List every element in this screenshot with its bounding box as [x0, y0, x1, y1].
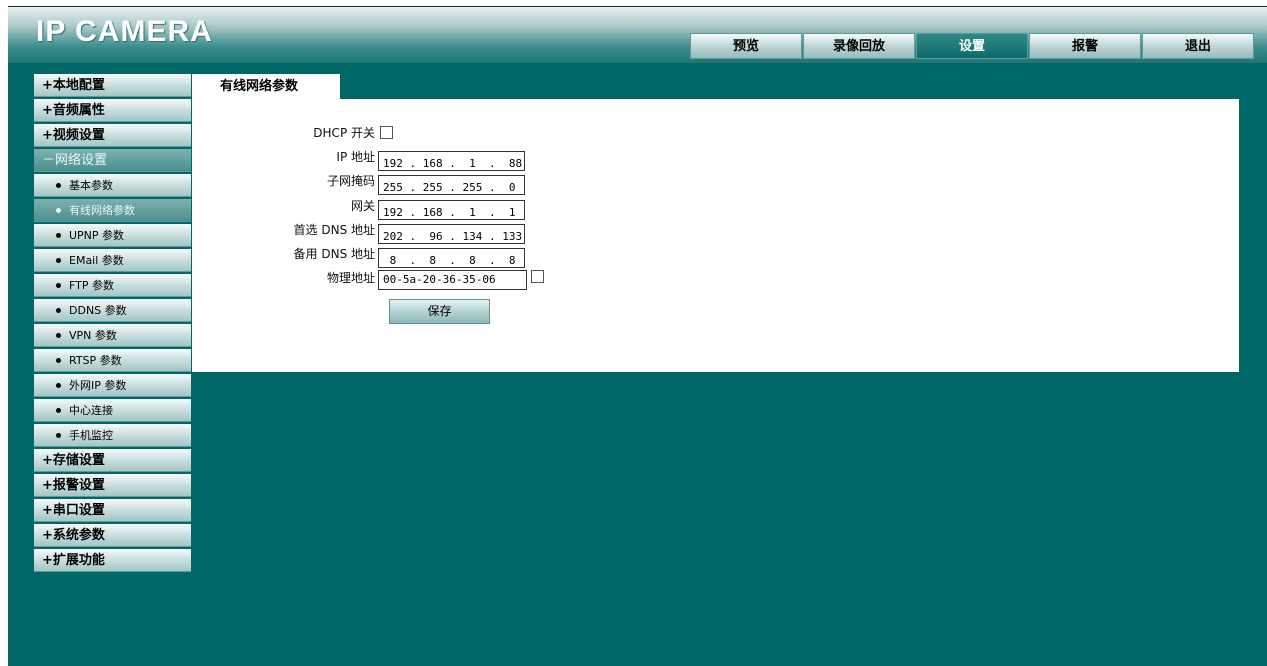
sidebar-item-ddns[interactable]: DDNS 参数	[34, 299, 191, 322]
sidebar-item-label: FTP 参数	[69, 279, 114, 292]
app-frame: IP CAMERA 预览 录像回放 设置 报警 退出 +本地配置 +音频属性 +…	[8, 6, 1267, 666]
mac-address-label: 物理地址	[326, 271, 375, 285]
sidebar-item-label: VPN 参数	[69, 329, 117, 342]
top-navigation: 预览 录像回放 设置 报警 退出	[690, 33, 1255, 59]
sidebar-item-label: 外网IP 参数	[69, 379, 127, 392]
save-button[interactable]: 保存	[389, 299, 490, 324]
mac-edit-checkbox[interactable]	[531, 270, 544, 283]
bullet-icon	[56, 282, 61, 288]
gateway-label: 网关	[350, 199, 375, 213]
ip-address-field[interactable]: 192 . 168 . 1 . 88	[378, 151, 525, 171]
bullet-icon	[56, 382, 61, 388]
sidebar-item-extensions[interactable]: +扩展功能	[34, 549, 191, 572]
bullet-icon	[56, 307, 61, 313]
tab-preview[interactable]: 预览	[690, 33, 802, 59]
app-logo-title: IP CAMERA	[36, 15, 213, 48]
sidebar-item-audio[interactable]: +音频属性	[34, 99, 191, 122]
sidebar-item-ftp[interactable]: FTP 参数	[34, 274, 191, 297]
bullet-icon	[56, 357, 61, 363]
content-tab-wired-network: 有线网络参数	[192, 74, 340, 99]
ip-label: IP 地址	[336, 150, 375, 164]
sidebar-item-serial[interactable]: +串口设置	[34, 499, 191, 522]
sidebar-item-label: DDNS 参数	[69, 304, 127, 317]
sidebar-item-vpn[interactable]: VPN 参数	[34, 324, 191, 347]
sidebar-item-center-connect[interactable]: 中心连接	[34, 399, 191, 422]
wired-network-form: DHCP 开关 IP 地址 192 . 168 . 1 . 88 子网掩码 25…	[192, 99, 1239, 372]
header-bar: IP CAMERA 预览 录像回放 设置 报警 退出	[8, 7, 1267, 63]
secondary-dns-field[interactable]: 8 . 8 . 8 . 8	[378, 248, 525, 268]
primary-dns-label: 首选 DNS 地址	[293, 223, 375, 237]
tab-playback[interactable]: 录像回放	[803, 33, 915, 59]
sidebar-item-mobile-monitor[interactable]: 手机监控	[34, 424, 191, 447]
sidebar-item-external-ip[interactable]: 外网IP 参数	[34, 374, 191, 397]
bullet-icon	[56, 207, 61, 213]
secondary-dns-label: 备用 DNS 地址	[293, 247, 375, 261]
settings-sidebar: +本地配置 +音频属性 +视频设置 －网络设置 基本参数 有线网络参数 UPNP…	[34, 74, 191, 574]
sidebar-item-label: EMail 参数	[69, 254, 124, 267]
bullet-icon	[56, 257, 61, 263]
sidebar-item-rtsp[interactable]: RTSP 参数	[34, 349, 191, 372]
subnet-mask-label: 子网掩码	[326, 174, 375, 188]
mac-address-field[interactable]: 00-5a-20-36-35-06	[378, 270, 527, 290]
bullet-icon	[56, 432, 61, 438]
tab-settings[interactable]: 设置	[916, 33, 1028, 59]
sidebar-item-email[interactable]: EMail 参数	[34, 249, 191, 272]
sidebar-item-storage[interactable]: +存储设置	[34, 449, 191, 472]
sidebar-item-upnp[interactable]: UPNP 参数	[34, 224, 191, 247]
sidebar-item-label: 基本参数	[69, 179, 113, 192]
tab-alarm[interactable]: 报警	[1029, 33, 1141, 59]
sidebar-item-network[interactable]: －网络设置	[34, 149, 191, 172]
sidebar-item-label: RTSP 参数	[69, 354, 122, 367]
sidebar-item-label: 手机监控	[69, 429, 113, 442]
sidebar-item-label: UPNP 参数	[69, 229, 125, 242]
sidebar-item-local-config[interactable]: +本地配置	[34, 74, 191, 97]
sidebar-item-wired-network[interactable]: 有线网络参数	[34, 199, 191, 222]
sidebar-item-label: 中心连接	[69, 404, 113, 417]
dhcp-label: DHCP 开关	[313, 126, 375, 140]
primary-dns-field[interactable]: 202 . 96 . 134 . 133	[378, 224, 525, 244]
bullet-icon	[56, 332, 61, 338]
dhcp-checkbox[interactable]	[380, 126, 393, 139]
sidebar-item-system[interactable]: +系统参数	[34, 524, 191, 547]
sidebar-item-label: 有线网络参数	[69, 204, 135, 217]
tab-logout[interactable]: 退出	[1142, 33, 1254, 59]
sidebar-item-video[interactable]: +视频设置	[34, 124, 191, 147]
bullet-icon	[56, 232, 61, 238]
subnet-mask-field[interactable]: 255 . 255 . 255 . 0	[378, 175, 525, 195]
sidebar-item-basic-params[interactable]: 基本参数	[34, 174, 191, 197]
gateway-field[interactable]: 192 . 168 . 1 . 1	[378, 200, 525, 220]
bullet-icon	[56, 182, 61, 188]
sidebar-item-alarm[interactable]: +报警设置	[34, 474, 191, 497]
bullet-icon	[56, 407, 61, 413]
